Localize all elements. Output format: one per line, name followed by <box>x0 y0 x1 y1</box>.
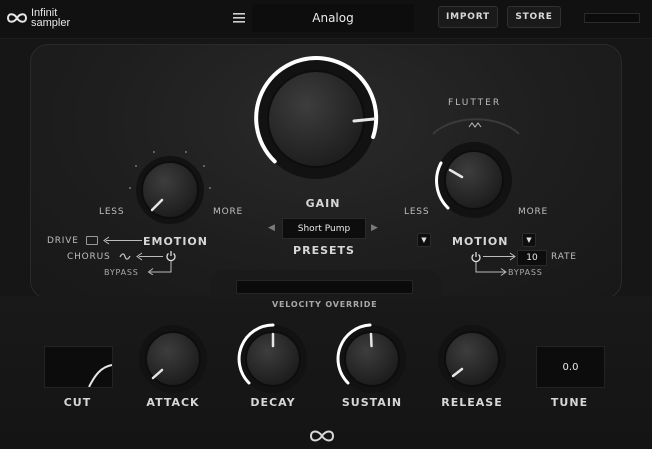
emotion-knob[interactable] <box>120 140 220 240</box>
release-knob-graphic <box>438 325 506 393</box>
emotion-more-label: MORE <box>213 207 243 217</box>
presets-label-text: PRESETS <box>293 244 355 257</box>
decay-knob[interactable] <box>234 320 312 402</box>
motion-knob-graphic <box>435 142 512 218</box>
rate-label: RATE <box>551 252 577 262</box>
preset-name-display[interactable]: Analog <box>252 4 414 32</box>
preset-prev-button[interactable]: ◀ <box>268 223 275 233</box>
emotion-label: EMOTION <box>143 235 208 248</box>
store-button[interactable]: STORE <box>507 6 561 28</box>
attack-label: ATTACK <box>133 396 213 409</box>
rate-value-field[interactable]: 10 <box>517 250 547 266</box>
velocity-override-bar[interactable] <box>236 280 413 294</box>
decay-label-text: DECAY <box>250 396 296 409</box>
emotion-knob-graphic <box>129 151 211 224</box>
decay-knob-graphic <box>237 323 307 393</box>
import-button[interactable]: IMPORT <box>438 6 498 28</box>
tune-display[interactable]: 0.0 <box>536 346 605 388</box>
gain-knob-graphic <box>254 56 379 179</box>
gain-knob[interactable] <box>246 49 386 189</box>
sampler-window: Infinit sampler Analog IMPORT STORE GAIN… <box>0 0 652 449</box>
emotion-bypass-label: BYPASS <box>104 268 139 277</box>
gain-label-text: GAIN <box>305 197 341 210</box>
footer-infinity-icon <box>309 430 335 442</box>
sustain-knob-graphic <box>336 323 406 393</box>
infinity-logo-icon <box>6 13 28 23</box>
flutter-label: FLUTTER <box>448 98 502 108</box>
preset-selector[interactable]: Short Pump <box>282 218 366 239</box>
menu-button[interactable] <box>228 4 250 32</box>
drive-mode-icon[interactable] <box>86 236 98 245</box>
release-label: RELEASE <box>432 396 512 409</box>
motion-left-dropdown-icon[interactable]: ▼ <box>417 233 431 247</box>
sustain-label: SUSTAIN <box>332 396 412 409</box>
velocity-override-label: VELOCITY OVERRIDE <box>272 300 378 309</box>
motion-more-label: MORE <box>518 207 548 217</box>
cut-label: CUT <box>44 396 111 409</box>
emotion-bypass-arrow-icon <box>147 261 172 275</box>
drive-arrow-icon <box>103 236 142 245</box>
release-knob[interactable] <box>433 320 511 402</box>
tune-label: TUNE <box>536 396 603 409</box>
sustain-label-text: SUSTAIN <box>341 396 403 409</box>
gain-label: GAIN <box>293 197 353 210</box>
motion-right-dropdown-icon[interactable]: ▼ <box>522 233 536 247</box>
logo-line-2: sampler <box>31 17 71 29</box>
motion-bypass-label: BYPASS <box>508 268 543 277</box>
logo: Infinit sampler <box>6 8 71 29</box>
presets-label: PRESETS <box>283 244 365 257</box>
decay-label: DECAY <box>233 396 313 409</box>
attack-label-text: ATTACK <box>146 396 200 409</box>
motion-bypass-arrow-icon <box>475 262 507 276</box>
attack-knob[interactable] <box>134 320 212 402</box>
motion-less-label: LESS <box>404 207 430 217</box>
attack-knob-graphic <box>139 325 207 393</box>
preset-next-button[interactable]: ▶ <box>371 223 378 233</box>
motion-label: MOTION <box>452 235 509 248</box>
logo-wordmark: Infinit sampler <box>31 8 71 29</box>
drive-label: DRIVE <box>47 236 79 246</box>
chorus-label: CHORUS <box>67 252 111 262</box>
cut-display[interactable] <box>44 346 113 388</box>
release-label-text: RELEASE <box>441 396 503 409</box>
tune-label-text: TUNE <box>550 396 589 409</box>
chorus-arrow-icon <box>136 252 163 261</box>
cut-label-text: CUT <box>63 396 92 409</box>
motion-knob[interactable] <box>424 130 524 230</box>
sustain-knob[interactable] <box>333 320 411 402</box>
hamburger-menu-icon <box>233 13 245 23</box>
cut-curve-graphic <box>88 364 113 388</box>
level-meter <box>584 13 640 23</box>
chorus-wave-icon[interactable] <box>119 252 131 261</box>
motion-rate-arrow-icon <box>483 252 516 261</box>
emotion-less-label: LESS <box>99 207 125 217</box>
